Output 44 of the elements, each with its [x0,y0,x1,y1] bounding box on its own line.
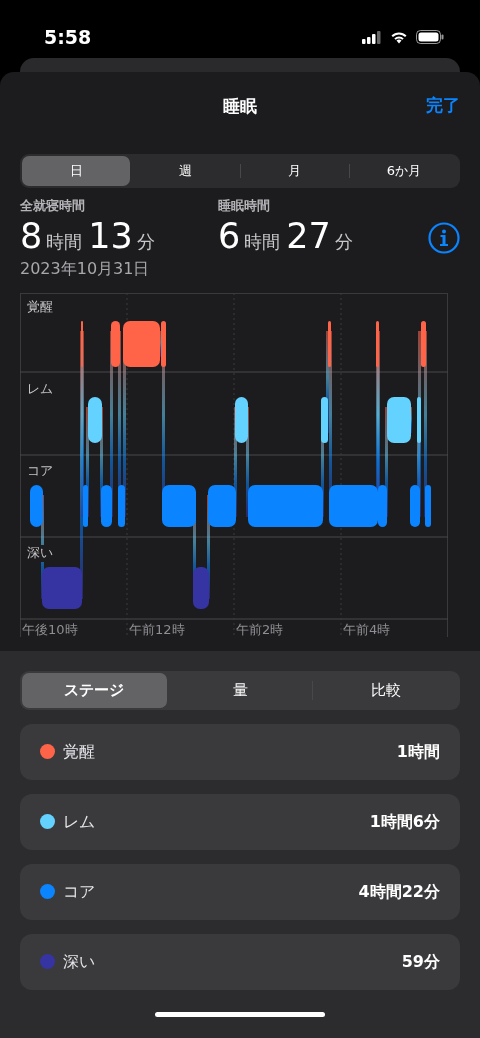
stage-row[interactable]: レム 1時間6分 [20,793,460,850]
stage-name: コア [63,880,95,903]
done-button[interactable]: 完了 [426,93,460,119]
axis-label: 午前2時 [236,621,284,639]
segment-tab[interactable]: 比較 [313,673,458,708]
stage-duration: 4時間22分 [358,880,440,903]
stat-value: 6 [218,219,241,254]
home-indicator[interactable] [155,1011,325,1017]
date-label: 2023年10月31日 [20,258,151,280]
stat-value: 13 [88,219,133,254]
wifi-icon [390,30,408,44]
unit-label: 分 [136,230,155,254]
stage-duration: 59分 [401,950,440,973]
axis-label: 午前12時 [129,621,185,639]
stat-value: 27 [286,219,331,254]
stage-name: 深い [63,950,95,973]
segment-tab[interactable]: 日 [22,156,131,186]
stage-row[interactable]: コア 4時間22分 [20,863,460,920]
stat-label: 睡眠時間 [218,196,271,215]
unit-label: 分 [334,230,353,254]
segment-tab[interactable]: 月 [240,156,349,186]
stat-value: 8 [20,219,43,254]
stage-row[interactable]: 深い 59分 [20,933,460,990]
unit-label: 時間 [244,230,281,254]
segment-tab[interactable]: 6か月 [349,156,458,186]
axis-label: 午前4時 [343,621,391,639]
stage-name: レム [63,810,95,833]
segment-tab[interactable]: 週 [131,156,240,186]
status-time: 5:58 [44,24,92,50]
sheet-title: 睡眠 [223,95,257,119]
signal-icon [362,30,382,44]
stage-name: 覚醒 [63,740,95,763]
axis-label: 深い [24,545,56,562]
axis-label: 覚醒 [24,299,56,316]
stage-row[interactable]: 覚醒 1時間 [20,723,460,780]
unit-label: 時間 [46,230,83,254]
battery-icon [416,30,444,44]
info-icon[interactable] [428,221,460,254]
axis-label: 午後10時 [22,621,78,639]
segment-tab[interactable]: ステージ [22,673,167,708]
stat-label: 全就寝時間 [20,196,86,215]
stage-duration: 1時間6分 [369,810,440,833]
segment-tab[interactable]: 量 [167,673,313,708]
stage-duration: 1時間 [396,740,440,763]
